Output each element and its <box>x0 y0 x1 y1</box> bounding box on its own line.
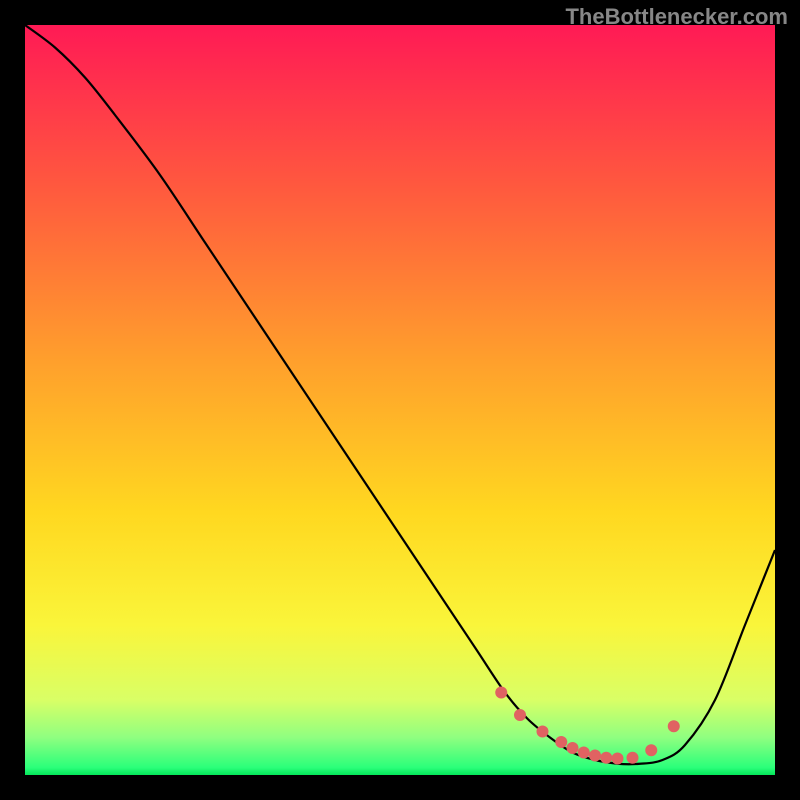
marker-dot <box>578 747 590 759</box>
marker-dot <box>514 709 526 721</box>
optimal-range-dots <box>495 687 680 765</box>
marker-dot <box>555 736 567 748</box>
chart-curve-layer <box>25 25 775 775</box>
marker-dot <box>537 726 549 738</box>
marker-dot <box>600 752 612 764</box>
marker-dot <box>627 752 639 764</box>
watermark-text: TheBottlenecker.com <box>565 4 788 30</box>
marker-dot <box>612 753 624 765</box>
bottleneck-curve <box>25 25 775 764</box>
marker-dot <box>645 744 657 756</box>
chart-plot-area <box>25 25 775 775</box>
marker-dot <box>589 750 601 762</box>
marker-dot <box>495 687 507 699</box>
marker-dot <box>567 742 579 754</box>
marker-dot <box>668 720 680 732</box>
